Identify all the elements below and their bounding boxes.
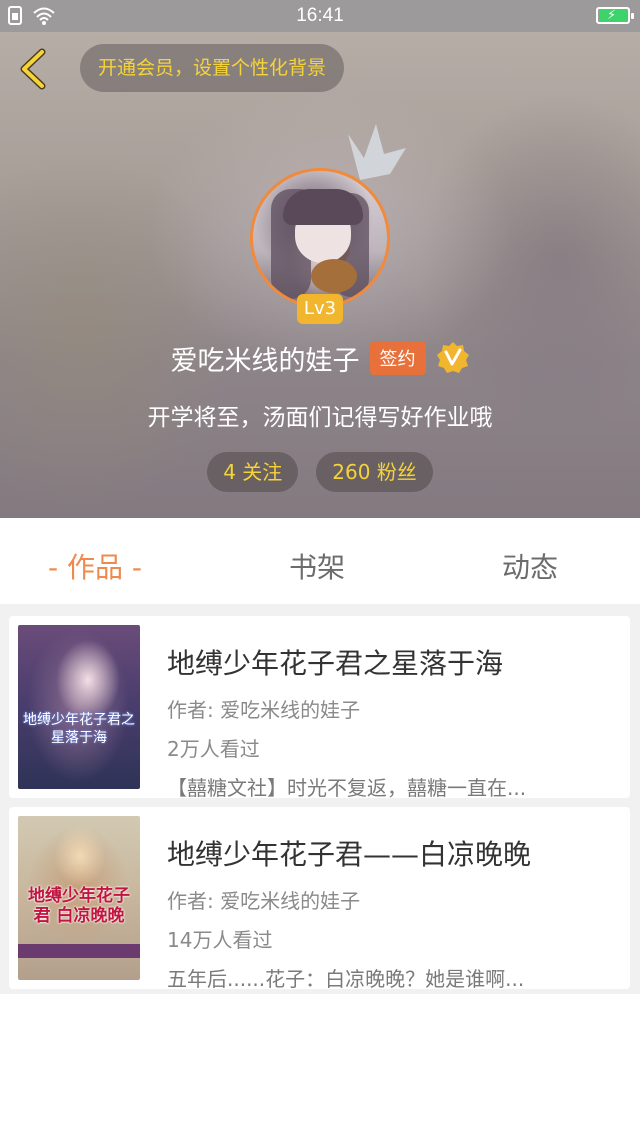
bio-text: 开学将至，汤面们记得写好作业哦 bbox=[147, 405, 493, 431]
book-cover-band bbox=[18, 944, 140, 958]
book-list: 地缚少年花子君之星落于海 地缚少年花子君之星落于海 作者: 爱吃米线的娃子 2万… bbox=[0, 604, 640, 994]
book-info: 地缚少年花子君之星落于海 作者: 爱吃米线的娃子 2万人看过 【囍糖文社】时光不… bbox=[167, 642, 612, 801]
status-bar: 16:41 ⚡ bbox=[0, 0, 640, 32]
username: 爱吃米线的娃子 bbox=[170, 345, 360, 377]
book-author: 作者: 爱吃米线的娃子 bbox=[167, 889, 361, 913]
tab-bookshelf[interactable]: 书架 bbox=[289, 546, 345, 586]
v-verified-icon bbox=[436, 342, 469, 373]
following-count-button[interactable]: 4 关注 bbox=[207, 452, 299, 492]
book-cover[interactable]: 地缚少年花子君之星落于海 bbox=[18, 625, 140, 789]
book-card[interactable]: 地缚少年花子君 白凉晚晚 地缚少年花子君——白凉晚晚 作者: 爱吃米线的娃子 1… bbox=[9, 807, 630, 992]
stats-row: 4 关注 260 粉丝 bbox=[0, 452, 640, 492]
battery-charging-icon: ⚡ bbox=[596, 7, 634, 24]
signed-badge: 签约 bbox=[369, 341, 426, 375]
avatar[interactable] bbox=[250, 168, 390, 308]
avatar-bangs bbox=[283, 189, 363, 225]
back-button[interactable] bbox=[14, 46, 54, 92]
book-description: 五年后......花子：白凉晚晚？她是谁啊... bbox=[167, 967, 525, 991]
member-banner-button[interactable]: 开通会员，设置个性化背景 bbox=[80, 44, 345, 92]
book-views: 14万人看过 bbox=[167, 928, 273, 952]
tab-activity[interactable]: 动态 bbox=[502, 546, 558, 586]
book-description: 【囍糖文社】时光不复返，囍糖一直在... bbox=[167, 776, 527, 800]
avatar-bun bbox=[311, 259, 357, 293]
book-title[interactable]: 地缚少年花子君之星落于海 bbox=[167, 642, 612, 682]
book-card[interactable]: 地缚少年花子君之星落于海 地缚少年花子君之星落于海 作者: 爱吃米线的娃子 2万… bbox=[9, 616, 630, 801]
status-time: 16:41 bbox=[296, 5, 344, 26]
book-cover-title: 地缚少年花子君 白凉晚晚 bbox=[28, 886, 130, 926]
followers-count-button[interactable]: 260 粉丝 bbox=[316, 452, 433, 492]
battery-nub bbox=[631, 13, 634, 19]
book-info: 地缚少年花子君——白凉晚晚 作者: 爱吃米线的娃子 14万人看过 五年后....… bbox=[167, 833, 612, 992]
chevron-left-icon bbox=[20, 48, 46, 90]
book-cover-title: 地缚少年花子君之星落于海 bbox=[23, 712, 135, 746]
bolt-icon: ⚡ bbox=[607, 8, 617, 23]
book-views: 2万人看过 bbox=[167, 737, 260, 761]
book-title[interactable]: 地缚少年花子君——白凉晚晚 bbox=[167, 833, 612, 873]
book-author: 作者: 爱吃米线的娃子 bbox=[167, 698, 361, 722]
tab-bar: - 作品 - 书架 动态 bbox=[0, 518, 640, 604]
level-badge: Lv3 bbox=[297, 294, 343, 324]
name-row: 爱吃米线的娃子 签约 bbox=[0, 336, 640, 380]
tab-works[interactable]: - 作品 - bbox=[48, 546, 142, 586]
book-cover[interactable]: 地缚少年花子君 白凉晚晚 bbox=[18, 816, 140, 980]
